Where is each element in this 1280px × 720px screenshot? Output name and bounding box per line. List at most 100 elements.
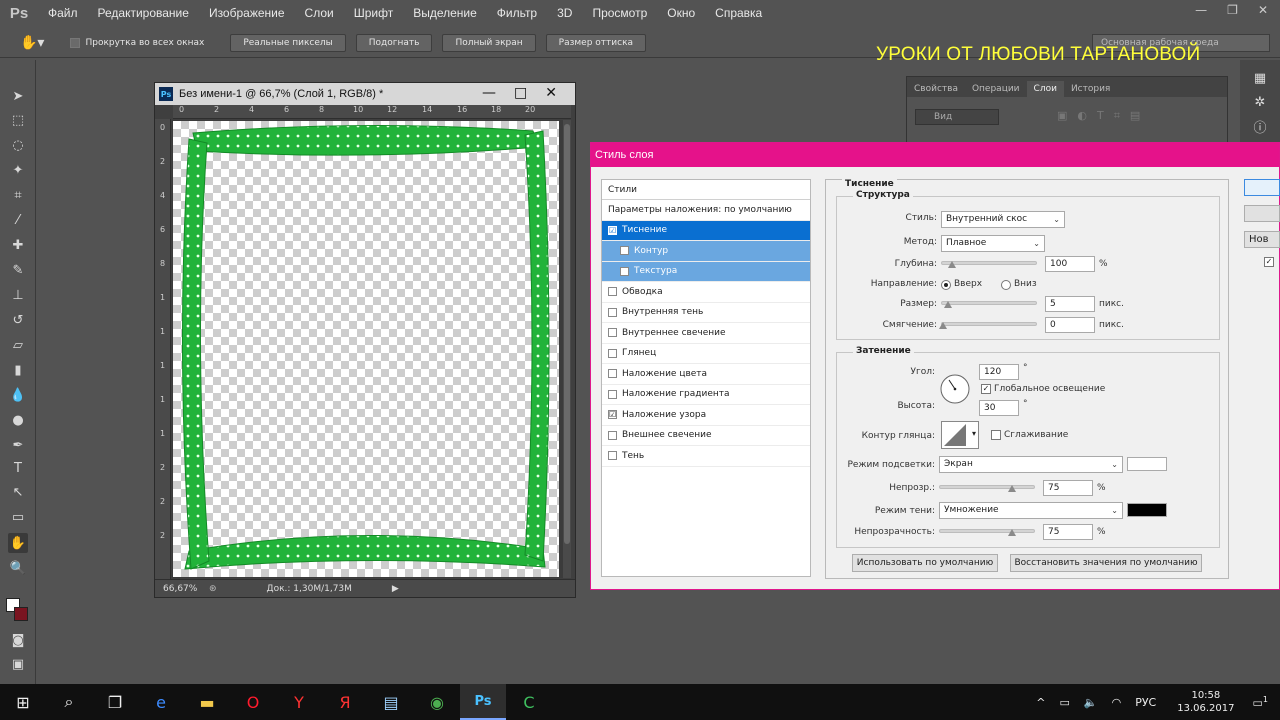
menu-3d[interactable]: 3D (547, 6, 582, 20)
edge-browser-icon[interactable]: e (138, 684, 184, 720)
tab-layers[interactable]: Слои (1026, 81, 1064, 97)
magic-wand-tool-icon[interactable]: ✦ (8, 160, 28, 180)
hand-tool-icon[interactable]: ✋ (8, 533, 28, 553)
zoom-readout[interactable]: 66,67% (163, 584, 203, 594)
preview-checkbox[interactable]: ✓ (1264, 257, 1274, 267)
blend-options-row[interactable]: Параметры наложения: по умолчанию (602, 200, 810, 221)
fill-screen-button[interactable]: Полный экран (442, 33, 536, 52)
doc-minimize-button[interactable]: — (482, 85, 496, 101)
vertical-scrollbar[interactable] (563, 120, 571, 578)
clock[interactable]: 10:58 13.06.2017 (1177, 689, 1234, 715)
style-row[interactable]: ☑ Тиснение (602, 220, 810, 241)
technique-select[interactable]: Плавное ⌄ (941, 235, 1045, 252)
angle-input[interactable]: 120 (979, 364, 1019, 380)
tray-expand-icon[interactable]: ^ (1036, 696, 1045, 709)
style-row[interactable]: Внутреннее свечение (602, 323, 810, 344)
menu-filter[interactable]: Фильтр (487, 6, 547, 20)
shadow-opacity-slider[interactable] (939, 529, 1035, 536)
photoshop-taskbar-icon[interactable]: Ps (460, 684, 506, 720)
highlight-mode-select[interactable]: Экран ⌄ (939, 456, 1123, 473)
new-style-button[interactable]: Нов (1244, 231, 1280, 248)
soften-input[interactable]: 0 (1045, 317, 1095, 333)
depth-slider[interactable] (941, 261, 1037, 268)
network-icon[interactable]: ◠ (1112, 696, 1122, 709)
blur-tool-icon[interactable]: 💧 (8, 385, 28, 405)
style-checkbox[interactable] (608, 287, 617, 297)
navigator-icon[interactable]: ✲ (1252, 94, 1268, 110)
volume-icon[interactable]: 🔈 (1084, 696, 1098, 709)
style-checkbox[interactable] (608, 348, 617, 358)
soften-slider[interactable] (939, 322, 1037, 329)
healing-tool-icon[interactable]: ✚ (8, 235, 28, 255)
size-slider[interactable] (941, 301, 1037, 308)
direction-up-radio[interactable] (941, 280, 951, 290)
yandex-app-icon[interactable]: Я (322, 684, 368, 720)
notifications-icon[interactable]: ▭1 (1253, 695, 1269, 710)
style-checkbox[interactable] (608, 389, 617, 399)
layer-filter-icons[interactable]: ▣◐T⌗▤ (1057, 109, 1150, 123)
screen-mode-icon[interactable]: ▣ (8, 654, 28, 674)
style-checkbox[interactable] (620, 266, 629, 276)
yandex-browser-icon[interactable]: Y (276, 684, 322, 720)
cancel-button[interactable] (1244, 205, 1280, 222)
quick-mask-icon[interactable]: ◙ (8, 630, 28, 650)
move-tool-icon[interactable]: ➤ (8, 86, 28, 106)
dialog-titlebar[interactable]: Стиль слоя (591, 143, 1279, 167)
fit-screen-button[interactable]: Подогнать (355, 33, 433, 52)
language-indicator[interactable]: РУС (1135, 696, 1156, 709)
style-row[interactable]: Обводка (602, 282, 810, 303)
style-row[interactable]: Контур (602, 241, 810, 262)
dodge-tool-icon[interactable]: ● (8, 410, 28, 430)
zoom-tool-icon[interactable]: 🔍 (8, 558, 28, 578)
path-select-tool-icon[interactable]: ↖ (8, 482, 28, 502)
doc-maximize-button[interactable]: □ (514, 85, 527, 101)
direction-down-radio[interactable] (1001, 280, 1011, 290)
marquee-tool-icon[interactable]: ⬚ (8, 110, 28, 130)
status-info-icon[interactable]: ⊛ (209, 584, 217, 594)
lasso-tool-icon[interactable]: ◌ (8, 135, 28, 155)
file-explorer-icon[interactable]: ▬ (184, 684, 230, 720)
scroll-all-checkbox[interactable] (70, 37, 81, 48)
layer-filter-select[interactable]: Вид (915, 109, 999, 125)
restore-button[interactable]: ❐ (1227, 3, 1238, 17)
type-tool-icon[interactable]: T (8, 458, 28, 478)
highlight-opacity-input[interactable]: 75 (1043, 480, 1093, 496)
chrome-browser-icon[interactable]: ◉ (414, 684, 460, 720)
style-checkbox[interactable] (608, 430, 617, 440)
style-checkbox[interactable]: ☑ (608, 410, 617, 420)
doc-close-button[interactable]: ✕ (545, 85, 557, 101)
scrollbar-thumb[interactable] (564, 124, 570, 544)
style-row[interactable]: Текстура (602, 261, 810, 282)
minimize-button[interactable]: — (1195, 3, 1207, 17)
shadow-mode-select[interactable]: Умножение ⌄ (939, 502, 1123, 519)
pen-tool-icon[interactable]: ✒ (8, 435, 28, 455)
shape-tool-icon[interactable]: ▭ (8, 507, 28, 527)
menu-layers[interactable]: Слои (295, 6, 344, 20)
style-checkbox[interactable] (608, 307, 617, 317)
style-checkbox[interactable] (608, 369, 617, 379)
gradient-tool-icon[interactable]: ▮ (8, 360, 28, 380)
menu-window[interactable]: Окно (657, 6, 705, 20)
bevel-style-select[interactable]: Внутренний скос ⌄ (941, 211, 1065, 228)
history-brush-tool-icon[interactable]: ↺ (8, 310, 28, 330)
altitude-input[interactable]: 30 (979, 400, 1019, 416)
tab-actions[interactable]: Операции (965, 81, 1027, 97)
eyedropper-tool-icon[interactable]: ⁄ (8, 210, 28, 230)
styles-header[interactable]: Стили (602, 180, 810, 200)
menu-help[interactable]: Справка (705, 6, 772, 20)
style-row[interactable]: Внутренняя тень (602, 303, 810, 323)
make-default-button[interactable]: Использовать по умолчанию (852, 554, 998, 572)
anti-alias-checkbox[interactable] (991, 430, 1001, 440)
slider-knob[interactable] (944, 301, 952, 308)
background-color-swatch[interactable] (14, 607, 28, 621)
opera-browser-icon[interactable]: O (230, 684, 276, 720)
depth-input[interactable]: 100 (1045, 256, 1095, 272)
shadow-opacity-input[interactable]: 75 (1043, 524, 1093, 540)
close-button[interactable]: ✕ (1258, 3, 1268, 17)
style-checkbox[interactable]: ☑ (608, 225, 617, 235)
highlight-color-swatch[interactable] (1127, 457, 1167, 471)
style-row[interactable]: Наложение цвета (602, 364, 810, 385)
eraser-tool-icon[interactable]: ▱ (8, 335, 28, 355)
highlight-opacity-slider[interactable] (939, 485, 1035, 492)
menu-view[interactable]: Просмотр (582, 6, 657, 20)
